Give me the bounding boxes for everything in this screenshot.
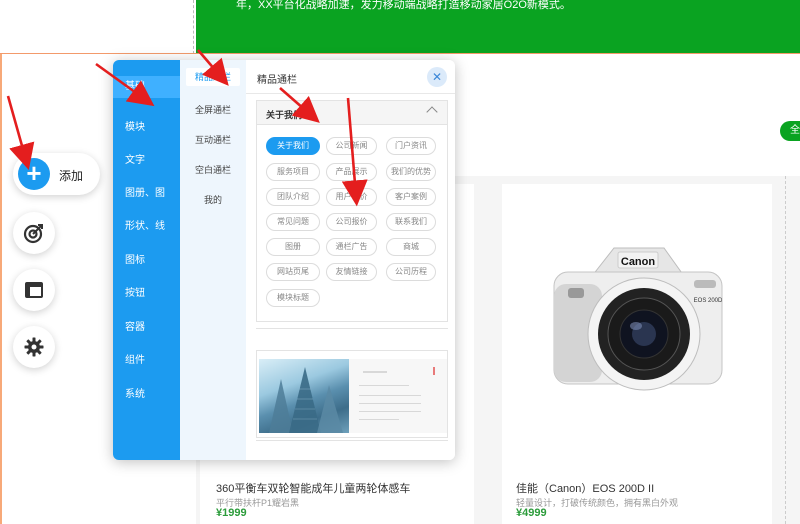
preview-accent [433, 367, 435, 375]
preview-text-block [349, 359, 447, 433]
camera-image: Canon EOS 200D [553, 247, 723, 391]
chip-reviews[interactable]: 用户评价 [326, 188, 377, 206]
subcategory-item-blank[interactable]: 空白通栏 [180, 163, 246, 176]
building-illustration [269, 367, 343, 433]
subcategory-item-fullscreen[interactable]: 全屏通栏 [180, 103, 246, 116]
green-pill-label: 全 [790, 125, 800, 136]
divider [256, 440, 448, 441]
gear-icon [24, 337, 44, 357]
add-panel: 基础 模块 文字 图册、图 形状、线 图标 按钮 容器 组件 系统 精品通栏 全… [113, 60, 455, 460]
subcategory-item-premium[interactable]: 精品通栏 [186, 68, 240, 86]
category-item-icon[interactable]: 图标 [125, 251, 145, 266]
preview-line [359, 403, 421, 404]
chip-products[interactable]: 产品展示 [326, 163, 377, 181]
category-item-gallery[interactable]: 图册、图 [125, 184, 165, 199]
product-price: ¥4999 [516, 507, 547, 519]
chip-team[interactable]: 团队介绍 [266, 188, 320, 206]
product-title: 360平衡车双轮智能成年儿童两轮体感车 [216, 483, 411, 495]
category-item-text[interactable]: 文字 [125, 151, 145, 166]
chip-cases[interactable]: 客户案例 [386, 188, 436, 206]
category-item-system[interactable]: 系统 [125, 385, 145, 400]
close-button[interactable]: ✕ [427, 67, 447, 87]
chip-about-us[interactable]: 关于我们 [266, 137, 320, 155]
target-tool-button[interactable] [13, 212, 55, 254]
camera-model-mark: EOS 200D [694, 298, 723, 304]
about-section-header[interactable]: 关于我们 [257, 101, 447, 125]
chip-advantages[interactable]: 我们的优势 [386, 163, 436, 181]
chip-links[interactable]: 友情链接 [326, 263, 377, 281]
subcategory-list: 精品通栏 全屏通栏 互动通栏 空白通栏 我的 [180, 60, 246, 460]
chip-mall[interactable]: 商城 [386, 238, 436, 256]
dashed-guide [785, 176, 786, 524]
preview-line [359, 419, 399, 420]
chip-company-news[interactable]: 公司新闻 [326, 137, 377, 155]
content-area: 精品通栏 ✕ 关于我们 关于我们 公司新闻 门户资讯 服务项目 产品展示 我们的… [246, 60, 455, 460]
close-icon: ✕ [431, 70, 443, 84]
category-item-container[interactable]: 容器 [125, 318, 145, 333]
add-button-label: 添加 [59, 169, 84, 183]
chip-footer[interactable]: 网站页尾 [266, 263, 320, 281]
section-border [0, 54, 2, 524]
layout-tool-button[interactable] [13, 269, 55, 311]
chip-banner-ad[interactable]: 通栏广告 [326, 238, 377, 256]
window-icon [25, 282, 43, 298]
divider [246, 93, 455, 94]
preview-line [359, 395, 421, 396]
product-price: ¥1999 [216, 507, 247, 519]
about-section: 关于我们 关于我们 公司新闻 门户资讯 服务项目 产品展示 我们的优势 团队介绍… [256, 100, 448, 322]
product-title: 佳能（Canon）EOS 200D II [516, 483, 655, 495]
category-item-shape[interactable]: 形状、线 [125, 217, 165, 232]
chevron-up-icon[interactable] [426, 106, 438, 118]
category-item-basic[interactable]: 基础 [113, 76, 180, 98]
camera-brand-text: Canon [621, 256, 656, 268]
preview-line [359, 411, 421, 412]
chip-services[interactable]: 服务项目 [266, 163, 320, 181]
category-item-button[interactable]: 按钮 [125, 284, 145, 299]
subcategory-item-mine[interactable]: 我的 [180, 193, 246, 206]
add-button[interactable]: + 添加 [13, 153, 100, 195]
preview-building-image [259, 359, 349, 433]
banner-text: 年，XX平台化战略加速，发力移动端战略打造移动家居O2O新模式。 [236, 0, 571, 11]
red-arrow [6, 95, 35, 171]
top-banner: 年，XX平台化战略加速，发力移动端战略打造移动家居O2O新模式。 [196, 0, 800, 54]
chip-portal-news[interactable]: 门户资讯 [386, 137, 436, 155]
chip-contact[interactable]: 联系我们 [386, 213, 436, 231]
subcategory-item-interactive[interactable]: 互动通栏 [180, 133, 246, 146]
settings-tool-button[interactable] [13, 326, 55, 368]
about-section-title: 关于我们 [266, 110, 303, 120]
product-card-camera[interactable]: Canon EOS 200D 佳能（Canon）EOS 200D II 轻量设计… [502, 184, 772, 524]
section-divider [0, 53, 800, 54]
chip-faq[interactable]: 常见问题 [266, 213, 320, 231]
chip-quote[interactable]: 公司报价 [326, 213, 377, 231]
content-title: 精品通栏 [257, 75, 297, 86]
category-sidebar: 基础 模块 文字 图册、图 形状、线 图标 按钮 容器 组件 系统 [113, 60, 180, 460]
chip-album[interactable]: 图册 [266, 238, 320, 256]
category-item-component[interactable]: 组件 [125, 351, 145, 366]
plus-icon: + [18, 158, 50, 190]
preview-line [363, 371, 387, 373]
preview-line [359, 385, 409, 386]
green-pill-button[interactable]: 全 [780, 121, 800, 141]
target-icon [23, 224, 43, 244]
dashed-guide [193, 0, 194, 54]
chip-history[interactable]: 公司历程 [386, 263, 436, 281]
category-item-module[interactable]: 模块 [125, 118, 145, 133]
divider [256, 328, 448, 329]
chip-module-title[interactable]: 模块标题 [266, 289, 320, 307]
product-image-camera: Canon EOS 200D [504, 184, 770, 450]
template-preview[interactable] [256, 350, 448, 438]
